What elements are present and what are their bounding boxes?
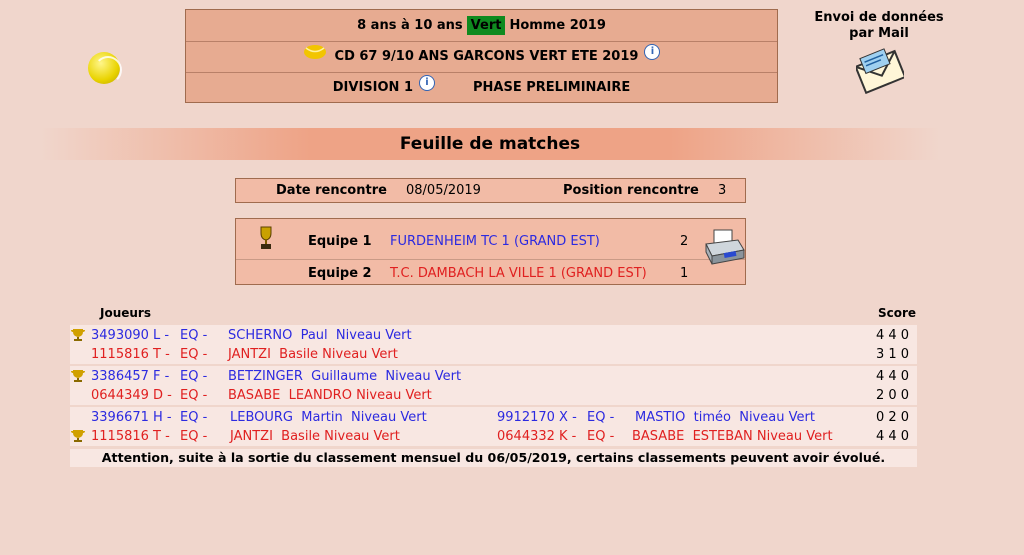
match-block: 3386457 F - EQ - BETZINGER Guillaume Niv…: [70, 366, 917, 405]
teams-divider: [236, 259, 745, 260]
position-value: 3: [718, 183, 727, 198]
player-eq: EQ -: [180, 328, 208, 343]
competition-name: CD 67 9/10 ANS GARCONS VERT ETE 2019: [334, 49, 639, 64]
division-name: DIVISION 1: [332, 80, 413, 95]
player-eq: EQ -: [180, 388, 208, 403]
page-title: Feuille de matches: [399, 134, 581, 154]
player-eq: EQ -: [180, 369, 208, 384]
set-score: 4 4 0: [876, 429, 910, 444]
player-name[interactable]: LEBOURG Martin Niveau Vert: [230, 408, 427, 427]
mail-title-line2: par Mail: [849, 26, 909, 41]
partner-eq: EQ -: [587, 410, 615, 425]
competition-header: 8 ans à 10 ans Vert Homme 2019 CD 67 9/1…: [185, 9, 778, 103]
match-row-winner: 1115816 T - EQ - JANTZI Basile Niveau Ve…: [70, 427, 917, 446]
match-row-winner: 3386457 F - EQ - BETZINGER Guillaume Niv…: [70, 367, 917, 386]
set-score: 2 0 0: [876, 388, 910, 403]
gender-year: Homme 2019: [509, 18, 606, 33]
position-label: Position rencontre: [563, 183, 699, 198]
mail-link[interactable]: Envoi de données par Mail: [810, 10, 948, 42]
match-row-winner: 3493090 L - EQ - SCHERNO Paul Niveau Ver…: [70, 326, 917, 345]
tennis-ball-small-icon: [303, 44, 326, 59]
team1-name[interactable]: FURDENHEIM TC 1 (GRAND EST): [390, 234, 600, 249]
player-name[interactable]: BETZINGER Guillaume Niveau Vert: [228, 367, 461, 386]
score-column-header: Score: [878, 306, 917, 320]
partner-eq: EQ -: [587, 429, 615, 444]
teams-box: Equipe 1 FURDENHEIM TC 1 (GRAND EST) 2 E…: [235, 218, 746, 285]
trophy-icon: [260, 226, 272, 249]
mail-title-line1: Envoi de données: [814, 10, 944, 25]
match-block: 3493090 L - EQ - SCHERNO Paul Niveau Ver…: [70, 325, 917, 364]
player-eq: EQ -: [180, 410, 208, 425]
printer-icon[interactable]: [702, 228, 746, 268]
partner-id[interactable]: 9912170 X -: [497, 408, 577, 427]
player-id[interactable]: 3386457 F -: [91, 367, 169, 386]
trophy-icon: [71, 430, 85, 442]
player-name[interactable]: JANTZI Basile Niveau Vert: [228, 345, 398, 364]
match-row-loser: 0644349 D - EQ - BASABE LEANDRO Niveau V…: [70, 386, 917, 405]
phase-name: PHASE PRELIMINAIRE: [473, 80, 631, 95]
header-division-row: DIVISION 1 i PHASE PRELIMINAIRE: [186, 72, 777, 103]
level-badge: Vert: [466, 16, 506, 35]
match-block-double: 3396671 H - EQ - LEBOURG Martin Niveau V…: [70, 407, 917, 446]
partner-name[interactable]: MASTIO timéo Niveau Vert: [635, 408, 815, 427]
set-score: 4 4 0: [876, 328, 910, 343]
header-age-row: 8 ans à 10 ans Vert Homme 2019: [186, 10, 777, 42]
player-eq: EQ -: [180, 429, 208, 444]
set-score: 3 1 0: [876, 347, 910, 362]
player-eq: EQ -: [180, 347, 208, 362]
competition-info-icon[interactable]: i: [644, 43, 661, 60]
trophy-icon: [71, 370, 85, 382]
tennis-ball-seam: [94, 56, 122, 84]
partner-name[interactable]: BASABE ESTEBAN Niveau Vert: [632, 427, 833, 446]
team2-label: Equipe 2: [308, 266, 372, 281]
players-column-header: Joueurs: [100, 306, 151, 320]
ranking-notice: Attention, suite à la sortie du classeme…: [70, 449, 917, 467]
partner-id[interactable]: 0644332 K -: [497, 427, 576, 446]
set-score: 4 4 0: [876, 369, 910, 384]
player-id[interactable]: 3396671 H -: [91, 408, 172, 427]
team2-score: 1: [680, 266, 689, 281]
age-range: 8 ans à 10 ans: [357, 18, 463, 33]
match-row-loser: 1115816 T - EQ - JANTZI Basile Niveau Ve…: [70, 345, 917, 364]
player-id[interactable]: 0644349 D -: [91, 386, 172, 405]
set-score: 0 2 0: [876, 410, 910, 425]
match-row-loser: 3396671 H - EQ - LEBOURG Martin Niveau V…: [70, 408, 917, 427]
player-id[interactable]: 1115816 T -: [91, 427, 170, 446]
trophy-icon: [71, 329, 85, 341]
player-name[interactable]: JANTZI Basile Niveau Vert: [230, 427, 400, 446]
envelope-icon[interactable]: [856, 48, 904, 94]
meeting-info-box: Date rencontre 08/05/2019 Position renco…: [235, 178, 746, 203]
team1-score: 2: [680, 234, 689, 249]
player-id[interactable]: 3493090 L -: [91, 326, 169, 345]
division-info-icon[interactable]: i: [419, 74, 435, 91]
header-competition-row: CD 67 9/10 ANS GARCONS VERT ETE 2019 i: [186, 41, 777, 73]
date-label: Date rencontre: [276, 183, 387, 198]
team1-label: Equipe 1: [308, 234, 372, 249]
team2-name[interactable]: T.C. DAMBACH LA VILLE 1 (GRAND EST): [390, 266, 647, 281]
date-value: 08/05/2019: [406, 183, 481, 198]
player-name[interactable]: BASABE LEANDRO Niveau Vert: [228, 386, 432, 405]
player-name[interactable]: SCHERNO Paul Niveau Vert: [228, 326, 412, 345]
player-id[interactable]: 1115816 T -: [91, 345, 170, 364]
